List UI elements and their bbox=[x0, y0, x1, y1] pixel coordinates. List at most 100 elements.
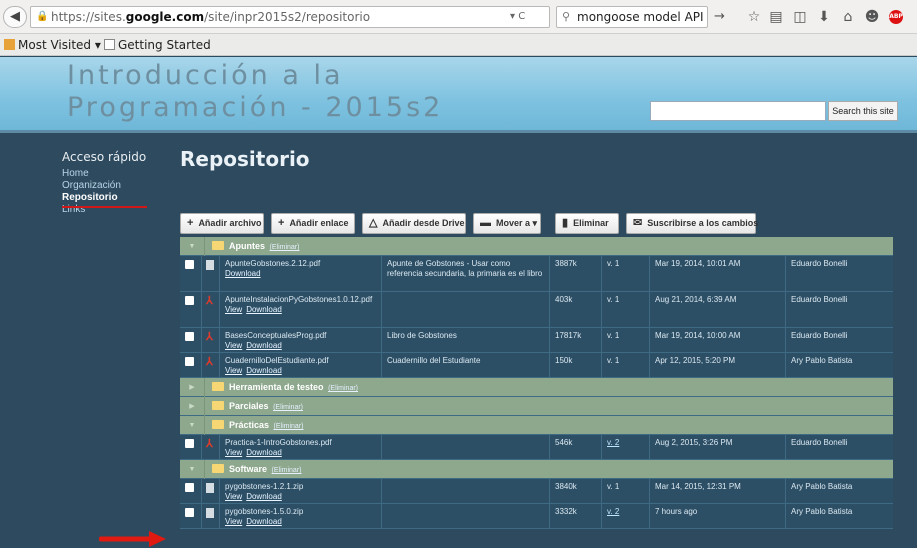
site-search-input[interactable] bbox=[650, 101, 826, 121]
row-checkbox[interactable] bbox=[185, 260, 194, 269]
view-link[interactable]: View bbox=[225, 366, 242, 375]
move-to-button[interactable]: ▬ Mover a ▾ bbox=[473, 213, 541, 234]
table-row: ⅄ BasesConceptualesProg.pdf View Download … bbox=[180, 328, 893, 353]
view-link[interactable]: View bbox=[225, 341, 242, 350]
view-link[interactable]: View bbox=[225, 517, 242, 526]
folder-name[interactable]: Parciales bbox=[229, 401, 269, 411]
file-description bbox=[382, 504, 550, 528]
folder-row-practicas[interactable]: ▼ Prácticas (Eliminar) bbox=[180, 416, 893, 435]
drive-icon: △ bbox=[369, 217, 378, 229]
view-link[interactable]: View bbox=[225, 305, 242, 314]
add-file-button[interactable]: + Añadir archivo bbox=[180, 213, 264, 234]
file-version: v. 1 bbox=[602, 328, 650, 352]
version-link[interactable]: v. 2 bbox=[607, 438, 619, 447]
sidebar-item-repositorio[interactable]: Repositorio bbox=[62, 192, 162, 204]
folder-name[interactable]: Prácticas bbox=[229, 420, 269, 430]
delete-button[interactable]: ▮ Eliminar bbox=[555, 213, 619, 234]
file-version: v. 1 bbox=[602, 479, 650, 503]
file-size: 17817k bbox=[550, 328, 602, 352]
file-icon bbox=[206, 483, 214, 493]
folder-name[interactable]: Herramienta de testeo bbox=[229, 382, 324, 392]
file-date: Aug 2, 2015, 3:26 PM bbox=[650, 435, 786, 459]
pdf-icon: ⅄ bbox=[206, 331, 213, 343]
adblock-icon[interactable]: ABP bbox=[889, 10, 903, 24]
download-link[interactable]: Download bbox=[246, 448, 282, 457]
folder-icon bbox=[212, 382, 224, 391]
row-checkbox[interactable] bbox=[185, 439, 194, 448]
sidebar-item-organizacion[interactable]: Organización bbox=[62, 180, 162, 192]
page-icon bbox=[104, 39, 115, 50]
file-user: Eduardo Bonelli bbox=[791, 259, 848, 268]
pocket-icon[interactable]: ◫ bbox=[790, 6, 810, 28]
delete-folder-link[interactable]: (Eliminar) bbox=[273, 404, 303, 411]
back-icon[interactable]: ◀ bbox=[3, 6, 27, 28]
annotation-arrow-icon bbox=[99, 531, 166, 547]
browser-toolbar: ◀ 🔒 https://sites.google.com/site/inpr201… bbox=[0, 0, 917, 34]
row-checkbox[interactable] bbox=[185, 357, 194, 366]
collapse-icon[interactable]: ▼ bbox=[180, 416, 205, 435]
download-icon[interactable]: ⬇ bbox=[814, 6, 834, 28]
folder-row-apuntes[interactable]: ▼ Apuntes (Eliminar) bbox=[180, 237, 893, 256]
expand-icon[interactable]: ▶ bbox=[180, 378, 205, 397]
table-row: ⅄ ApunteInstalacionPyGobstones1.0.12.pdf… bbox=[180, 292, 893, 328]
delete-folder-link[interactable]: (Eliminar) bbox=[274, 423, 304, 430]
delete-folder-link[interactable]: (Eliminar) bbox=[272, 467, 302, 474]
file-size: 3887k bbox=[550, 256, 602, 291]
download-link[interactable]: Download bbox=[246, 341, 282, 350]
view-link[interactable]: View bbox=[225, 448, 242, 457]
plus-icon: + bbox=[278, 217, 285, 229]
download-link[interactable]: Download bbox=[246, 305, 282, 314]
bookmark-star-icon[interactable]: ☆ bbox=[744, 6, 764, 28]
folder-name[interactable]: Software bbox=[229, 464, 267, 474]
file-version: v. 1 bbox=[602, 292, 650, 327]
browser-search-input[interactable]: ⚲ mongoose model API bbox=[556, 6, 708, 28]
file-description bbox=[382, 435, 550, 459]
bookmark-most-visited[interactable]: Most Visited ▾ bbox=[4, 34, 101, 56]
file-description: Cuadernillo del Estudiante bbox=[382, 353, 550, 377]
site-title[interactable]: Introducción a la Programación - 2015s2 bbox=[67, 60, 443, 124]
file-description bbox=[382, 292, 550, 327]
site-search-button[interactable]: Search this site bbox=[828, 101, 898, 121]
view-link[interactable]: View bbox=[225, 492, 242, 501]
collapse-icon[interactable]: ▼ bbox=[180, 237, 205, 256]
file-date: Apr 12, 2015, 5:20 PM bbox=[650, 353, 786, 377]
delete-folder-link[interactable]: (Eliminar) bbox=[270, 244, 300, 251]
file-user: Ary Pablo Batista bbox=[791, 482, 853, 491]
folder-name[interactable]: Apuntes bbox=[229, 241, 265, 251]
address-bar[interactable]: 🔒 https://sites.google.com/site/inpr2015s… bbox=[30, 6, 550, 28]
add-from-drive-button[interactable]: △ Añadir desde Drive bbox=[362, 213, 466, 234]
home-icon[interactable]: ⌂ bbox=[838, 6, 858, 28]
delete-folder-link[interactable]: (Eliminar) bbox=[328, 385, 358, 392]
sidebar-item-home[interactable]: Home bbox=[62, 168, 162, 180]
download-link[interactable]: Download bbox=[246, 492, 282, 501]
file-version: v. 1 bbox=[602, 256, 650, 291]
add-link-button[interactable]: + Añadir enlace bbox=[271, 213, 355, 234]
table-row: pygobstones-1.2.1.zip View Download 3840k … bbox=[180, 479, 893, 504]
subscribe-button[interactable]: ✉ Suscribirse a los cambios bbox=[626, 213, 758, 234]
folder-row-parciales[interactable]: ▶ Parciales (Eliminar) bbox=[180, 397, 893, 416]
folder-icon: ▬ bbox=[480, 217, 491, 229]
expand-icon[interactable]: ▶ bbox=[180, 397, 205, 416]
download-link[interactable]: Download bbox=[246, 517, 282, 526]
folder-row-software[interactable]: ▼ Software (Eliminar) bbox=[180, 460, 893, 479]
download-link[interactable]: Download bbox=[246, 366, 282, 375]
file-name: Practica-1-IntroGobstones.pdf bbox=[225, 438, 332, 447]
chat-icon[interactable]: ☻ bbox=[862, 6, 882, 28]
file-size: 150k bbox=[550, 353, 602, 377]
download-link[interactable]: Download bbox=[225, 269, 261, 278]
search-go-icon[interactable]: → bbox=[714, 6, 725, 28]
reading-list-icon[interactable]: ▤ bbox=[766, 6, 786, 28]
collapse-icon[interactable]: ▼ bbox=[180, 460, 205, 479]
sidebar-title: Acceso rápido bbox=[62, 150, 147, 164]
file-table: ▼ Apuntes (Eliminar) ApunteGobstones.2.1… bbox=[180, 237, 893, 529]
file-date: Mar 19, 2014, 10:01 AM bbox=[650, 256, 786, 291]
mail-icon: ✉ bbox=[633, 217, 643, 229]
row-checkbox[interactable] bbox=[185, 332, 194, 341]
row-checkbox[interactable] bbox=[185, 508, 194, 517]
version-link[interactable]: v. 2 bbox=[607, 507, 619, 516]
url-dropdown-icon[interactable]: ▾ C bbox=[510, 6, 525, 28]
bookmark-getting-started[interactable]: Getting Started bbox=[104, 34, 211, 56]
row-checkbox[interactable] bbox=[185, 296, 194, 305]
row-checkbox[interactable] bbox=[185, 483, 194, 492]
folder-row-herramienta[interactable]: ▶ Herramienta de testeo (Eliminar) bbox=[180, 378, 893, 397]
